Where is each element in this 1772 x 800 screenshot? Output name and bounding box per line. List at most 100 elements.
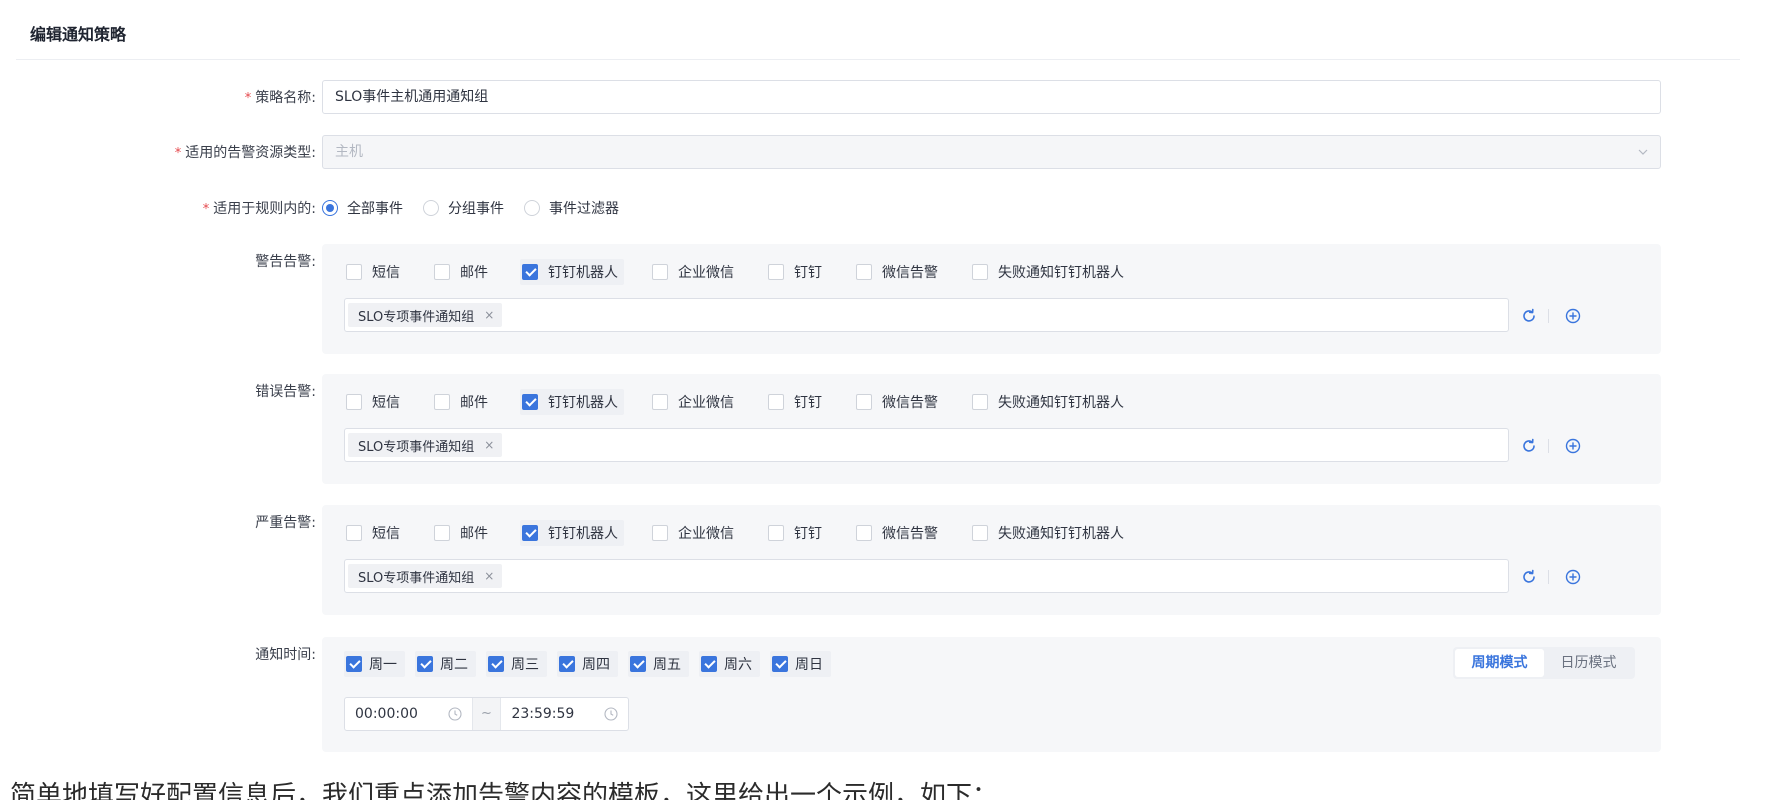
channel-checkbox-group: 短信 邮件 钉钉机器人 企业微信 钉钉 微信告警 失败通知钉钉机器人 [344,520,1156,546]
checkbox-label: 钉钉机器人 [548,265,618,281]
weekday-checkbox[interactable]: 周六 [699,651,760,677]
icon-divider [1548,439,1549,453]
radio-label: 分组事件 [448,201,504,217]
checkbox-indicator [522,394,538,410]
checkbox-label: 邮件 [460,265,488,281]
weekday-checkbox[interactable]: 周一 [344,651,405,677]
checkbox-label: 失败通知钉钉机器人 [998,395,1124,411]
weekday-checkbox-group: 周一 周二 周三 周四 周五 周六 周日 [344,651,841,677]
checkbox-indicator [417,656,433,672]
notify-group-select[interactable]: SLO专项事件通知组 × [344,298,1509,332]
channel-checkbox[interactable]: 微信告警 [854,389,944,415]
error-alert-label: 错误告警: [255,384,316,400]
checkbox-label: 微信告警 [882,526,938,542]
checkbox-indicator [522,264,538,280]
channel-checkbox[interactable]: 失败通知钉钉机器人 [970,520,1130,546]
checkbox-label: 钉钉机器人 [548,395,618,411]
policy-name-label: * 策略名称: [244,90,316,106]
radio-event-filter[interactable]: 事件过滤器 [524,198,619,218]
radio-all-events[interactable]: 全部事件 [322,198,403,218]
policy-name-input[interactable]: SLO事件主机通用通知组 [322,80,1661,114]
page: 编辑通知策略 * 策略名称: SLO事件主机通用通知组 * 适用的告警资源类型: 主… [0,0,1772,800]
checkbox-indicator [346,525,362,541]
start-time-input[interactable]: 00:00:00 [345,698,472,730]
weekday-checkbox[interactable]: 周二 [415,651,476,677]
checkbox-label: 企业微信 [678,395,734,411]
channel-checkbox[interactable]: 短信 [344,389,406,415]
channel-checkbox[interactable]: 企业微信 [650,389,740,415]
weekday-checkbox[interactable]: 周五 [628,651,689,677]
channel-checkbox[interactable]: 微信告警 [854,259,944,285]
channel-checkbox[interactable]: 短信 [344,259,406,285]
checkbox-indicator [559,656,575,672]
checkbox-label: 微信告警 [882,265,938,281]
checkbox-label: 周二 [440,657,468,673]
icon-divider [1548,309,1549,323]
checkbox-label: 钉钉 [794,265,822,281]
checkbox-indicator [972,264,988,280]
channel-checkbox-group: 短信 邮件 钉钉机器人 企业微信 钉钉 微信告警 失败通知钉钉机器人 [344,389,1156,415]
checkbox-label: 钉钉 [794,395,822,411]
checkbox-indicator [630,656,646,672]
refresh-icon[interactable] [1520,437,1538,455]
time-range-picker: 00:00:00 ~ 23:59:59 [344,697,629,731]
checkbox-label: 周五 [653,657,681,673]
weekday-checkbox[interactable]: 周日 [770,651,831,677]
end-time-input[interactable]: 23:59:59 [501,698,628,730]
weekday-checkbox[interactable]: 周三 [486,651,547,677]
calendar-mode-button[interactable]: 日历模式 [1544,649,1633,677]
checkbox-indicator [856,394,872,410]
add-circle-icon[interactable] [1564,307,1582,325]
tag-close-icon[interactable]: × [484,308,494,322]
channel-checkbox[interactable]: 企业微信 [650,259,740,285]
channel-checkbox[interactable]: 失败通知钉钉机器人 [970,389,1130,415]
channel-checkbox[interactable]: 钉钉机器人 [520,520,624,546]
tag-label: SLO专项事件通知组 [358,570,475,586]
channel-checkbox[interactable]: 钉钉 [766,389,828,415]
tag-label: SLO专项事件通知组 [358,309,475,325]
channel-checkbox[interactable]: 失败通知钉钉机器人 [970,259,1130,285]
checkbox-indicator [768,264,784,280]
channel-checkbox[interactable]: 短信 [344,520,406,546]
channel-checkbox[interactable]: 邮件 [432,520,494,546]
checkbox-indicator [972,525,988,541]
refresh-icon[interactable] [1520,568,1538,586]
add-circle-icon[interactable] [1564,568,1582,586]
checkbox-label: 微信告警 [882,395,938,411]
channel-checkbox[interactable]: 企业微信 [650,520,740,546]
cycle-mode-button[interactable]: 周期模式 [1455,649,1544,677]
channel-checkbox[interactable]: 钉钉 [766,520,828,546]
channel-checkbox[interactable]: 钉钉机器人 [520,259,624,285]
checkbox-label: 失败通知钉钉机器人 [998,265,1124,281]
selected-tag: SLO专项事件通知组 × [348,303,503,327]
error-alert-panel: 短信 邮件 钉钉机器人 企业微信 钉钉 微信告警 失败通知钉钉机器人 SLO专项事件通知组 × [322,374,1661,484]
checkbox-label: 周日 [795,657,823,673]
checkbox-label: 邮件 [460,395,488,411]
channel-checkbox[interactable]: 邮件 [432,259,494,285]
checkbox-indicator [768,394,784,410]
weekday-checkbox[interactable]: 周四 [557,651,618,677]
channel-checkbox[interactable]: 钉钉机器人 [520,389,624,415]
radio-label: 全部事件 [347,201,403,217]
warning-alert-label: 警告告警: [255,254,316,270]
checkbox-indicator [434,394,450,410]
tag-label: SLO专项事件通知组 [358,439,475,455]
checkbox-indicator [434,264,450,280]
tag-close-icon[interactable]: × [484,438,494,452]
checkbox-indicator [856,525,872,541]
critical-alert-panel: 短信 邮件 钉钉机器人 企业微信 钉钉 微信告警 失败通知钉钉机器人 SLO专项事件通知组 × [322,505,1661,615]
checkbox-indicator [346,394,362,410]
page-header: 编辑通知策略 [16,0,1740,60]
notify-group-select[interactable]: SLO专项事件通知组 × [344,428,1509,462]
channel-checkbox[interactable]: 邮件 [432,389,494,415]
resource-type-select[interactable]: 主机 [322,135,1661,169]
checkbox-label: 周三 [511,657,539,673]
channel-checkbox[interactable]: 微信告警 [854,520,944,546]
channel-checkbox[interactable]: 钉钉 [766,259,828,285]
notify-group-select[interactable]: SLO专项事件通知组 × [344,559,1509,593]
refresh-icon[interactable] [1520,307,1538,325]
add-circle-icon[interactable] [1564,437,1582,455]
radio-group-events[interactable]: 分组事件 [423,198,504,218]
checkbox-label: 钉钉机器人 [548,526,618,542]
tag-close-icon[interactable]: × [484,569,494,583]
